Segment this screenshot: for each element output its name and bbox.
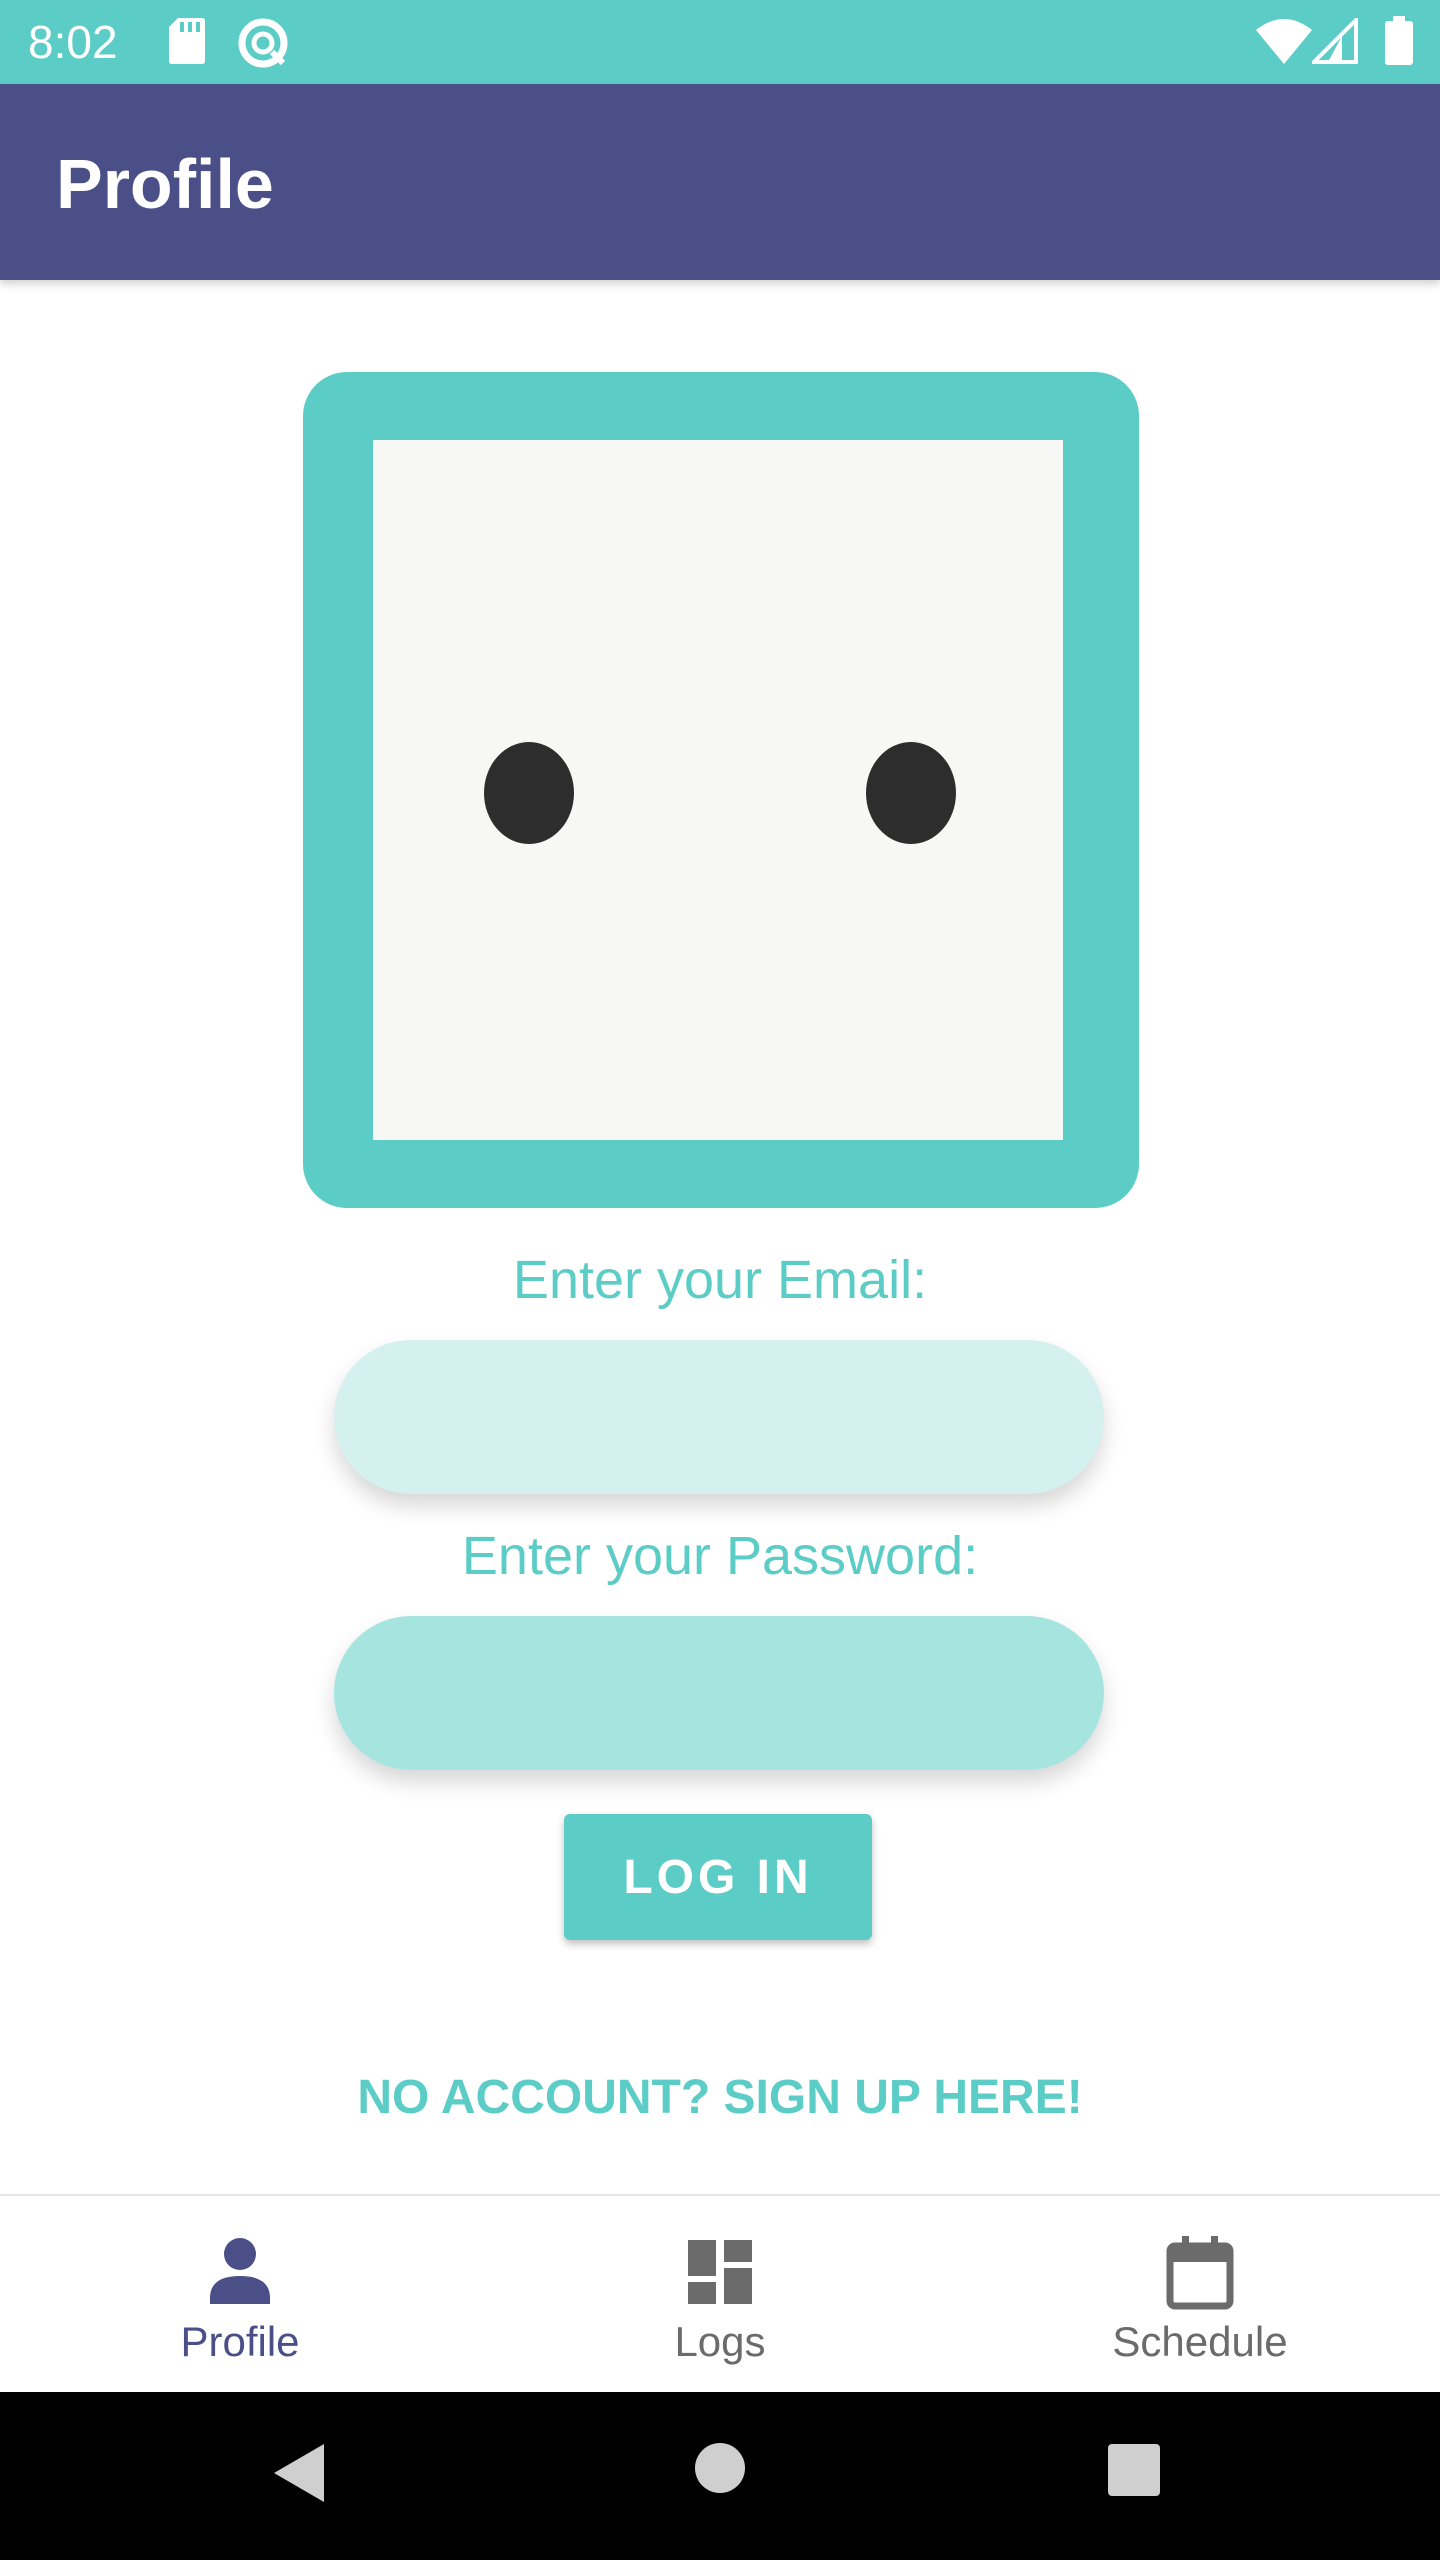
nav-label-logs: Logs (674, 2318, 766, 2365)
password-field[interactable] (334, 1616, 1104, 1770)
status-bar: 8:02 (0, 0, 1440, 84)
login-button[interactable]: LOG IN (564, 1814, 872, 1940)
home-icon[interactable] (694, 2442, 746, 2494)
cell-signal-icon (1312, 18, 1358, 64)
nav-item-schedule[interactable]: Schedule (960, 2196, 1440, 2392)
nav-label-schedule: Schedule (1112, 2318, 1288, 2365)
battery-icon (1385, 16, 1413, 65)
password-label: Enter your Password: (461, 1526, 979, 1586)
nav-item-profile[interactable]: Profile (0, 2196, 480, 2392)
sd-card-icon (169, 18, 205, 64)
data-saver-icon (238, 18, 288, 68)
avatar-left-eye (484, 742, 574, 844)
back-icon[interactable] (272, 2442, 328, 2504)
calendar-icon (1166, 2236, 1234, 2310)
avatar-face (373, 440, 1063, 1140)
wifi-icon (1256, 19, 1312, 64)
signup-link[interactable]: NO ACCOUNT? SIGN UP HERE! (0, 2066, 1440, 2130)
dashboard-icon (688, 2240, 752, 2304)
recents-icon[interactable] (1108, 2444, 1160, 2496)
email-label: Enter your Email: (512, 1250, 928, 1310)
page-title: Profile (56, 145, 274, 223)
nav-item-logs[interactable]: Logs (480, 2196, 960, 2392)
email-field[interactable] (334, 1340, 1104, 1494)
status-time: 8:02 (28, 16, 118, 68)
person-icon (210, 2238, 270, 2304)
app-bar: Profile (0, 84, 1440, 280)
nav-label-profile: Profile (180, 2318, 300, 2365)
avatar (303, 372, 1139, 1208)
system-navigation-bar (0, 2392, 1440, 2560)
bottom-navigation: Profile Logs Schedule (0, 2194, 1440, 2392)
avatar-right-eye (866, 742, 956, 844)
